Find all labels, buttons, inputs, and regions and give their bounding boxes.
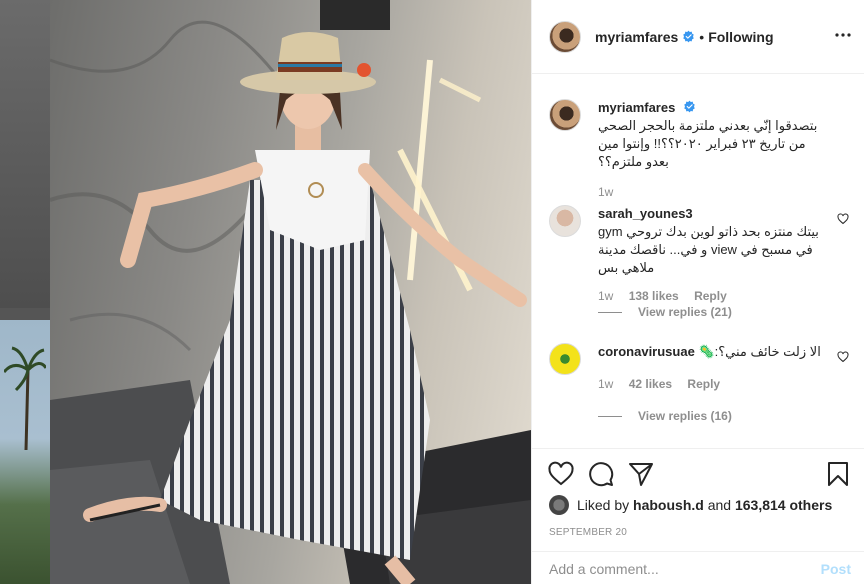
- separator-dot: •: [699, 28, 705, 45]
- commenter-avatar[interactable]: [549, 205, 581, 237]
- caption-text: بتصدقوا إنّي بعدني ملتزمة بالحجر الصحي م…: [598, 118, 818, 169]
- palm-tree-image: [4, 346, 46, 450]
- likes-summary: Liked by haboush.d and 163,814 others: [549, 495, 832, 515]
- background-post-thumbnail[interactable]: [0, 0, 50, 308]
- more-options-icon[interactable]: [835, 27, 851, 43]
- likes-middle: and: [707, 497, 732, 513]
- post-date[interactable]: SEPTEMBER 20: [549, 527, 627, 538]
- comment-body: coronavirusuae الا زلت خائف مني؟:🦠 1w 42…: [598, 343, 828, 393]
- divider-line: [598, 415, 622, 417]
- comment-username[interactable]: sarah_younes3: [598, 206, 693, 221]
- reply-button[interactable]: Reply: [694, 289, 727, 303]
- bookmark-icon[interactable]: [825, 461, 851, 487]
- caption-body: myriamfares بتصدقوا إنّي بعدني ملتزمة با…: [598, 99, 828, 201]
- post-comment-button[interactable]: Post: [821, 561, 851, 577]
- post-header: myriamfares • Following: [532, 0, 864, 74]
- post-photo-illustration: [50, 0, 531, 584]
- share-icon[interactable]: [628, 461, 654, 487]
- following-button[interactable]: Following: [708, 29, 773, 45]
- verified-badge-icon: [683, 30, 694, 43]
- comment-icon[interactable]: [588, 461, 614, 487]
- likes-others[interactable]: 163,814 others: [735, 497, 832, 513]
- comment-input[interactable]: [549, 560, 799, 577]
- comment-username[interactable]: coronavirusuae: [598, 344, 695, 359]
- view-replies-button[interactable]: View replies (21): [598, 305, 732, 319]
- heart-icon[interactable]: [837, 351, 849, 363]
- add-comment-bar: Post: [532, 551, 864, 584]
- comment-time[interactable]: 1w: [598, 377, 613, 391]
- post-modal: myriamfares • Following myriamfares بتصد…: [0, 0, 864, 584]
- comment-text: الا زلت خائف مني؟:🦠: [698, 344, 821, 359]
- view-replies-button[interactable]: View replies (16): [598, 409, 732, 423]
- verified-badge-icon: [684, 100, 695, 113]
- post-photo[interactable]: [50, 0, 531, 584]
- view-replies-label: View replies (21): [638, 305, 732, 319]
- comment-text: بيتك منتزه بحد ذاتو لوين بدك تروحي gym ف…: [598, 224, 819, 275]
- post-side-panel: myriamfares • Following myriamfares بتصد…: [531, 0, 864, 584]
- background-feed: [0, 0, 50, 584]
- liker-avatar[interactable]: [549, 495, 569, 515]
- comment-likes[interactable]: 138 likes: [629, 289, 679, 303]
- caption-username[interactable]: myriamfares: [598, 100, 675, 115]
- comment-time[interactable]: 1w: [598, 289, 613, 303]
- heart-icon[interactable]: [548, 461, 574, 487]
- reply-button[interactable]: Reply: [687, 377, 720, 391]
- divider-line: [598, 311, 622, 313]
- comments-list[interactable]: myriamfares بتصدقوا إنّي بعدني ملتزمة با…: [532, 75, 864, 448]
- comment-meta: 1w 42 likes Reply: [598, 375, 828, 393]
- likes-prefix: Liked by: [577, 497, 630, 513]
- author-avatar[interactable]: [549, 99, 581, 131]
- commenter-avatar[interactable]: [549, 343, 581, 375]
- comment-body: sarah_younes3 بيتك منتزه بحد ذاتو لوين ب…: [598, 205, 828, 305]
- caption-meta: 1w: [598, 183, 828, 201]
- caption-time[interactable]: 1w: [598, 185, 613, 199]
- heart-icon[interactable]: [837, 213, 849, 225]
- post-actions: Liked by haboush.d and 163,814 others SE…: [532, 448, 864, 584]
- comment-meta: 1w 138 likes Reply: [598, 287, 828, 305]
- view-replies-label: View replies (16): [638, 409, 732, 423]
- author-avatar[interactable]: [549, 20, 581, 53]
- author-username[interactable]: myriamfares: [595, 29, 678, 45]
- comment-likes[interactable]: 42 likes: [629, 377, 672, 391]
- liker-username[interactable]: haboush.d: [633, 497, 704, 513]
